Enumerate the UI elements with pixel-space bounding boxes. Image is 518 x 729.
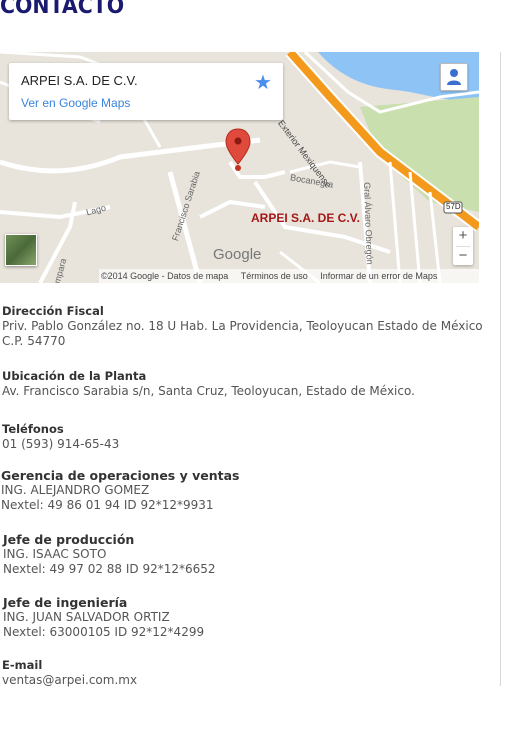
production-section: Jefe de producción ING. ISAAC SOTO Nexte…: [3, 532, 216, 577]
google-logo: Google: [213, 246, 262, 263]
email-label: E-mail: [2, 658, 43, 672]
map-copyright: ©2014 Google - Datos de mapa: [101, 271, 229, 281]
embedded-map[interactable]: ircuito Exterior Mexiquense Bocanegra Fr…: [0, 52, 479, 283]
marker-label: ARPEI S.A. DE C.V.: [251, 211, 360, 225]
production-label: Jefe de producción: [3, 532, 135, 547]
phones-section: Teléfonos 01 (593) 914-65-43: [2, 422, 119, 452]
production-nextel: Nextel: 49 97 02 88 ID 92*12*6652: [3, 562, 216, 576]
fiscal-line1: Priv. Pablo González no. 18 U Hab. La Pr…: [2, 319, 483, 333]
pegman-icon[interactable]: [440, 63, 468, 91]
engineering-name: ING. JUAN SALVADOR ORTIZ: [3, 610, 170, 624]
engineering-label: Jefe de ingeniería: [3, 595, 128, 610]
plant-address: Av. Francisco Sarabia s/n, Santa Cruz, T…: [2, 384, 415, 398]
fiscal-section: Dirección Fiscal Priv. Pablo González no…: [2, 304, 483, 349]
divider: [500, 52, 501, 686]
engineering-nextel: Nextel: 63000105 ID 92*12*4299: [3, 625, 205, 639]
production-name: ING. ISAAC SOTO: [3, 547, 107, 561]
report-error-link[interactable]: Informar de un error de Maps: [320, 269, 437, 283]
star-icon[interactable]: ★: [254, 70, 272, 94]
fiscal-line2: C.P. 54770: [2, 334, 66, 348]
sales-section: Gerencia de operaciones y ventas ING. AL…: [1, 468, 239, 513]
terms-link[interactable]: Términos de uso: [241, 269, 308, 283]
info-card-title: ARPEI S.A. DE C.V.: [21, 73, 138, 88]
engineering-section: Jefe de ingeniería ING. JUAN SALVADOR OR…: [3, 595, 204, 640]
highway-shield: 57D: [446, 202, 461, 211]
map-footer: ©2014 Google - Datos de mapa Términos de…: [99, 269, 479, 283]
sales-label: Gerencia de operaciones y ventas: [1, 468, 240, 483]
zoom-in-button[interactable]: +: [453, 227, 473, 246]
sales-nextel: Nextel: 49 86 01 94 ID 92*12*9931: [1, 498, 214, 512]
zoom-out-button[interactable]: −: [453, 247, 473, 266]
plant-section: Ubicación de la Planta Av. Francisco Sar…: [2, 369, 415, 399]
email-link[interactable]: ventas@arpei.com.mx: [2, 673, 137, 688]
map-info-card: ARPEI S.A. DE C.V. Ver en Google Maps ★: [9, 63, 283, 120]
page-title: CONTACTO: [0, 0, 125, 19]
phones-label: Teléfonos: [2, 422, 64, 436]
plant-label: Ubicación de la Planta: [2, 369, 147, 383]
view-in-google-maps-link[interactable]: Ver en Google Maps: [21, 96, 130, 110]
email-section: E-mail ventas@arpei.com.mx: [2, 658, 137, 688]
satellite-thumbnail[interactable]: [5, 234, 37, 266]
fiscal-label: Dirección Fiscal: [2, 304, 104, 318]
phone-number: 01 (593) 914-65-43: [2, 437, 120, 451]
sales-name: ING. ALEJANDRO GOMEZ: [1, 483, 150, 497]
zoom-control: + −: [453, 227, 473, 265]
